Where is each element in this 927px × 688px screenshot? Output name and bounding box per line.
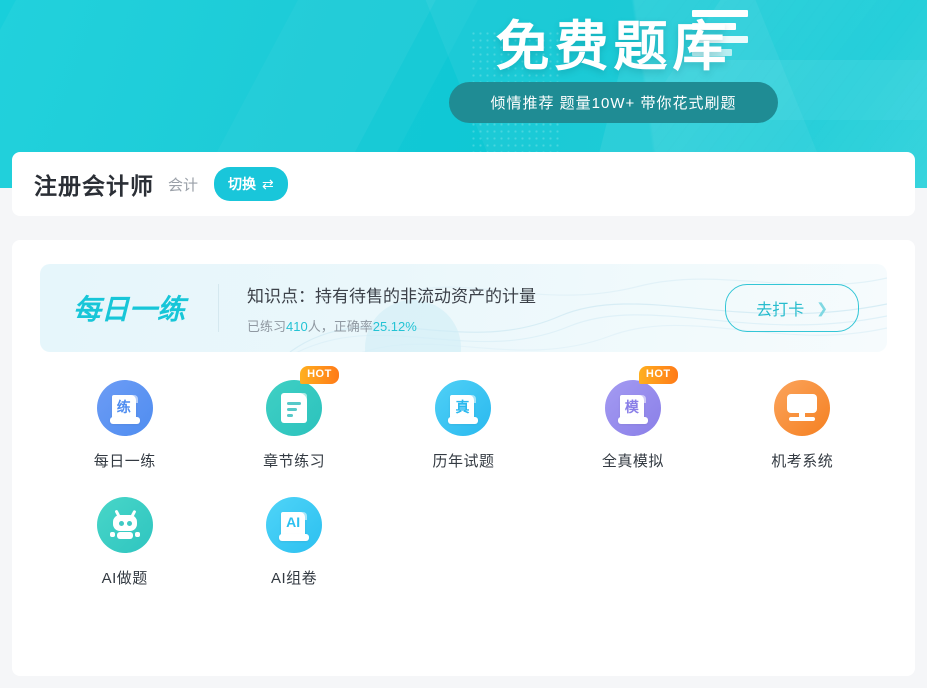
page-title: 注册会计师: [34, 173, 154, 199]
feature-tile[interactable]: 模 HOT 全真模拟: [548, 366, 717, 471]
stat-count: 410: [286, 318, 308, 334]
hot-badge: HOT: [638, 366, 678, 385]
switch-button-label: 切换: [228, 176, 257, 192]
hot-badge: HOT: [300, 366, 339, 385]
feature-tile-label: 每日一练: [93, 453, 156, 470]
feature-tile-label: 章节练习: [263, 453, 326, 470]
scroll-icon: 真: [435, 380, 492, 436]
banner-subtitle: 倾情推荐 题量10W+ 带你花式刷题: [448, 82, 779, 123]
feature-tile[interactable]: AI AI组卷: [209, 497, 378, 588]
content-card: 每日一练 知识点：持有待售的非流动资产的计量 已练习410人，正确率25.12%…: [12, 240, 915, 676]
feature-tile[interactable]: 机考系统: [718, 380, 887, 471]
chevron-right-icon: ❯: [816, 299, 828, 316]
scroll-icon: 练: [96, 380, 153, 436]
doc-icon: [266, 380, 323, 436]
stat-rate: 25.12%: [372, 318, 417, 334]
banner-subtitle-wrap: 倾情推荐 题量10W+ 带你花式刷题: [0, 82, 927, 123]
banner-title: 免费题库: [495, 17, 732, 77]
daily-practice-text: 知识点：持有待售的非流动资产的计量 已练习410人，正确率25.12%: [219, 282, 725, 335]
feature-tile-label: 机考系统: [771, 453, 834, 470]
switch-exam-button[interactable]: 切换 ⇄: [214, 167, 288, 201]
stat-middle: 人，正确率: [307, 318, 373, 334]
feature-tile[interactable]: HOT 章节练习: [209, 366, 378, 471]
check-in-label: 去打卡: [756, 302, 805, 319]
feature-tile[interactable]: 练每日一练: [40, 380, 209, 471]
scroll-icon: 模: [604, 380, 661, 436]
scroll-icon: AI: [266, 497, 323, 553]
daily-logo-text: 每日一练: [72, 294, 185, 325]
feature-tile-label: AI做题: [101, 570, 148, 587]
daily-stats: 已练习410人，正确率25.12%: [247, 316, 725, 335]
stat-prefix: 已练习: [247, 318, 287, 334]
monitor-icon: [774, 380, 831, 436]
exam-header-card: 注册会计师 会计 切换 ⇄: [12, 152, 915, 216]
feature-tile-label: 全真模拟: [601, 453, 664, 470]
check-in-button[interactable]: 去打卡 ❯: [725, 284, 859, 332]
feature-tile[interactable]: AI做题: [40, 497, 209, 588]
feature-tile-label: AI组卷: [271, 570, 318, 587]
feature-tile[interactable]: 真历年试题: [379, 380, 548, 471]
page-root: 免费题库 倾情推荐 题量10W+ 带你花式刷题 注册会计师 会计 切换 ⇄ 每日…: [0, 0, 927, 688]
daily-practice-banner[interactable]: 每日一练 知识点：持有待售的非流动资产的计量 已练习410人，正确率25.12%…: [40, 264, 887, 352]
daily-practice-logo: 每日一练: [40, 288, 218, 328]
subject-label: 会计: [168, 176, 199, 194]
knowledge-point: 知识点：持有待售的非流动资产的计量: [247, 286, 536, 306]
swap-arrows-icon: ⇄: [262, 175, 274, 192]
feature-grid: 练每日一练 HOT 章节练习真历年试题模 HOT 全真模拟 机考系统 AI做题 AI AI组卷: [40, 366, 887, 588]
feature-tile-label: 历年试题: [432, 453, 495, 470]
robot-icon: [96, 497, 153, 553]
